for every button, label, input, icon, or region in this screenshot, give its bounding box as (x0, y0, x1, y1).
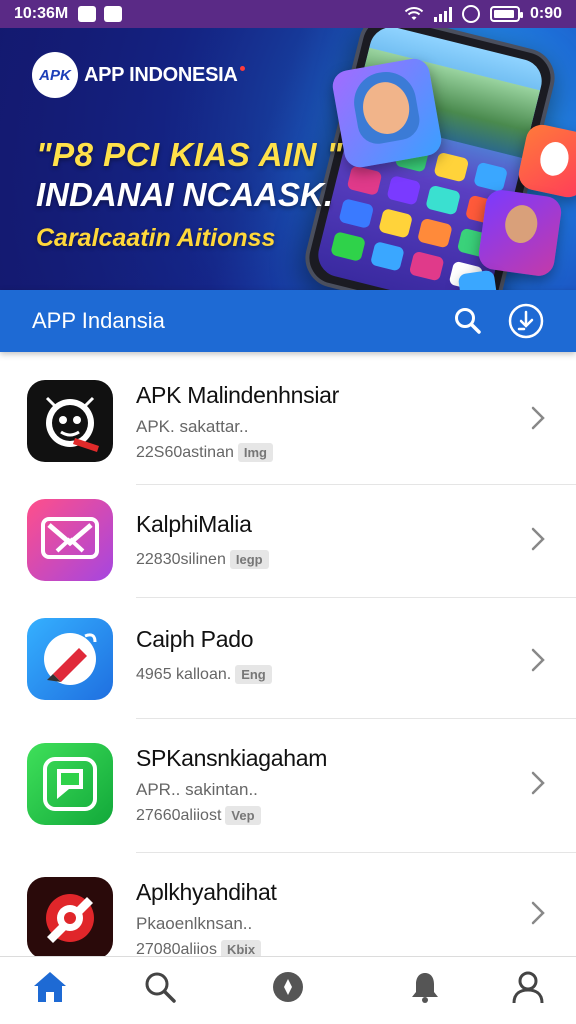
chevron-right-icon[interactable] (526, 901, 550, 925)
search-icon[interactable] (140, 967, 180, 1007)
app-meta: 27660aliiost (136, 806, 222, 824)
app-meta: 22830silinen (136, 550, 226, 568)
pencil-tool-icon (27, 618, 113, 700)
headline-line-1: "P8 PCI KIAS AIN " (36, 136, 343, 173)
wifi-icon (404, 7, 424, 20)
app-meta: 22S60astinan (136, 443, 234, 461)
app-name: Aplkhyahdihat (136, 879, 277, 905)
app-bar-title: APP Indansia (32, 308, 165, 333)
crossed-arrows-icon (27, 499, 113, 581)
chevron-right-icon[interactable] (526, 771, 550, 795)
list-item[interactable]: SPKansnkiagaham APR.. sakintan.. 27660al… (0, 719, 576, 852)
app-meta: 4965 kalloan. (136, 665, 232, 683)
brand-name: APP INDONESIA (84, 63, 238, 86)
battery-icon (489, 6, 523, 22)
notification-icon (78, 6, 97, 22)
bottom-nav (0, 956, 576, 1024)
home-icon[interactable] (30, 967, 70, 1007)
chevron-right-icon[interactable] (526, 406, 550, 430)
headline-line-3: Caralcaatin Aitionss (36, 224, 276, 252)
app-tag: Eng (235, 665, 272, 684)
chat-bubble-icon (27, 743, 113, 825)
character-card-icon (476, 188, 564, 278)
avatar-card-icon (330, 56, 444, 170)
app-name: APK Malindenhnsiar (136, 382, 339, 408)
search-icon[interactable] (450, 303, 486, 339)
data-saver-icon (461, 5, 480, 23)
app-tag: Img (237, 443, 273, 462)
app-name: Caiph Pado (136, 626, 254, 652)
list-item[interactable]: Caiph Pado 4965 kalloan. Eng (0, 598, 576, 718)
gallery-notification-icon (104, 6, 123, 22)
list-item[interactable]: Aplkhyahdihat Pkaoenlknsan.. 27080aliios… (0, 853, 576, 956)
app-tile-icon (457, 269, 499, 290)
brand-logo: APK (32, 52, 78, 98)
app-subtitle: APK. sakattar.. (136, 417, 249, 436)
battery-time: 0:90 (529, 5, 562, 22)
app-tag: Kbix (220, 940, 262, 956)
app-subtitle: APR.. sakintan.. (136, 780, 258, 799)
profile-icon[interactable] (508, 967, 548, 1007)
bell-icon[interactable] (405, 967, 445, 1007)
download-icon[interactable] (508, 303, 544, 339)
banner-headline: "P8 PCI KIAS AIN " INDANAI NCAASK. Caral… (36, 136, 343, 256)
list-item[interactable]: KalphiMalia 22830silinen Iegp (0, 485, 576, 597)
chevron-right-icon[interactable] (526, 527, 550, 551)
app-tag: Iegp (229, 550, 269, 569)
swirl-logo-icon (27, 877, 113, 956)
app-name: SPKansnkiagaham (136, 745, 328, 771)
status-bar: 10:36M 0:90 (0, 0, 576, 28)
brand: APK APP INDONESIA (32, 52, 245, 98)
app-tag: Vep (225, 806, 261, 825)
signal-icon (433, 6, 452, 22)
app-bar: APP Indansia (0, 290, 576, 352)
app-name: KalphiMalia (136, 511, 252, 537)
compass-icon[interactable] (268, 967, 308, 1007)
app-list: APK Malindenhnsiar APK. sakattar.. 22S60… (0, 352, 576, 956)
chevron-right-icon[interactable] (526, 648, 550, 672)
status-time: 10:36M (14, 5, 69, 22)
app-subtitle: Pkaoenlknsan.. (136, 914, 253, 933)
list-item[interactable]: APK Malindenhnsiar APK. sakattar.. 22S60… (0, 352, 576, 484)
promo-banner[interactable]: APK APP INDONESIA "P8 PCI KIAS AIN " IND… (0, 28, 576, 290)
headline-line-2: INDANAI NCAASK. (36, 176, 333, 213)
bomb-face-icon (27, 380, 113, 462)
app-meta: 27080aliios (136, 940, 217, 957)
